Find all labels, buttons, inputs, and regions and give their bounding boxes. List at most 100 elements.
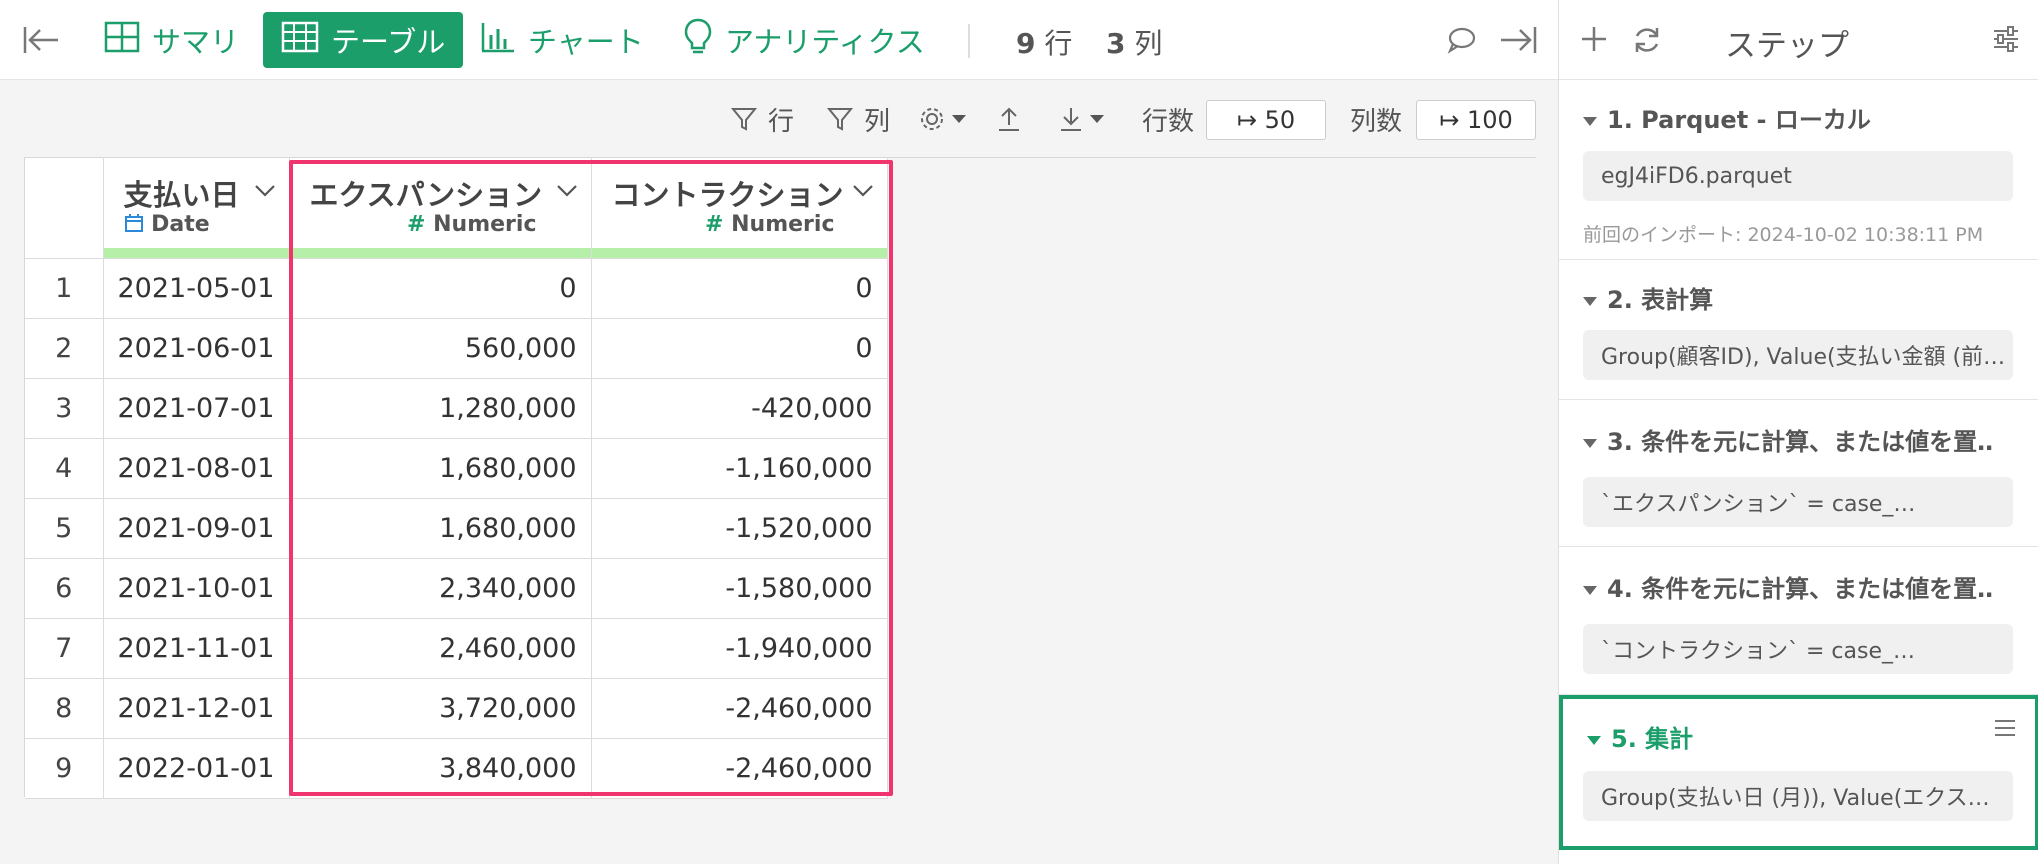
cell-expansion[interactable]: 3,840,000 [289,738,592,799]
cell-date[interactable]: 2021-08-01 [103,438,290,499]
expand-icon[interactable] [1583,116,1597,126]
filter-cols-button[interactable]: 列 [826,98,890,140]
step-detail: `エクスパンション` = case_… [1583,477,2013,527]
step-2[interactable]: 2. 表計算 Group(顧客ID), Value(支払い金額 (前… [1559,260,2038,400]
cell-date[interactable]: 2021-11-01 [103,618,290,679]
cell-contraction[interactable]: -1,580,000 [591,558,888,619]
hash-icon: # [705,212,724,237]
step-1[interactable]: 1. Parquet - ローカル egJ4iFD6.parquet 前回のイン… [1559,80,2038,260]
cell-date[interactable]: 2021-05-01 [103,258,290,319]
expand-icon[interactable] [1583,296,1597,306]
table-row: 1 2021-05-01 0 0 [25,258,888,319]
cell-contraction[interactable]: -1,520,000 [591,498,888,559]
column-type: Date [124,212,210,237]
table-row: 6 2021-10-01 2,340,000 -1,580,000 [25,558,888,619]
row-number[interactable]: 5 [25,498,104,559]
expand-icon[interactable] [1583,438,1597,448]
row-number[interactable]: 2 [25,318,104,379]
row-number[interactable]: 7 [25,618,104,679]
collapse-right-button[interactable] [1498,12,1538,68]
col-count-label: 列数 [1350,106,1403,137]
comment-button[interactable] [1446,12,1476,68]
steps-sidebar: ステップ 1. Parquet - ローカル egJ4iFD6.parquet … [1558,0,2038,864]
collapse-left-button[interactable] [22,12,62,68]
cell-date[interactable]: 2021-07-01 [103,378,290,439]
step-title-text: 3. 条件を元に計算、または値を置… [1607,428,1993,456]
sidebar-header: ステップ [1559,0,2038,80]
cell-contraction[interactable]: 0 [591,318,888,379]
row-number[interactable]: 3 [25,378,104,439]
cell-date[interactable]: 2021-09-01 [103,498,290,559]
caret-down-icon [1090,115,1104,123]
settings-button[interactable] [918,98,968,140]
column-header-date[interactable]: 支払い日 Date [103,158,290,259]
cell-expansion[interactable]: 560,000 [289,318,592,379]
table-row: 4 2021-08-01 1,680,000 -1,160,000 [25,438,888,499]
step-detail: `コントラクション` = case_… [1583,624,2013,674]
expand-icon[interactable] [1583,585,1597,595]
row-count-label: 行 [1044,27,1073,60]
main-panel: 行 列 行数 ↦ 50 列数 ↦ 100 支払い日 Date エクスパンション … [0,80,1558,864]
cell-date[interactable]: 2022-01-01 [103,738,290,799]
column-header-contraction[interactable]: コントラクション # Numeric [591,158,888,259]
row-number[interactable]: 1 [25,258,104,319]
chevron-down-icon[interactable] [555,182,579,198]
cell-expansion[interactable]: 1,280,000 [289,378,592,439]
row-number[interactable]: 8 [25,678,104,739]
cell-contraction[interactable]: -2,460,000 [591,678,888,739]
cell-date[interactable]: 2021-06-01 [103,318,290,379]
refresh-icon[interactable] [1631,24,1663,56]
sliders-icon[interactable] [1991,24,2021,54]
cell-contraction[interactable]: -1,940,000 [591,618,888,679]
tab-chart[interactable]: チャート [480,12,644,68]
tab-analytics-label: アナリティクス [725,25,925,59]
type-bar [103,247,289,258]
row-number[interactable]: 4 [25,438,104,499]
step-3[interactable]: 3. 条件を元に計算、または値を置… `エクスパンション` = case_… [1559,400,2038,547]
cell-expansion[interactable]: 3,720,000 [289,678,592,739]
bar-chart-icon [480,21,516,60]
tab-summary[interactable]: サマリ [104,12,239,68]
plus-icon[interactable] [1579,24,1609,54]
row-count-label: 行数 [1142,106,1195,137]
expand-icon[interactable] [1587,735,1601,745]
cell-expansion[interactable]: 1,680,000 [289,498,592,559]
tab-table[interactable]: テーブル [263,12,464,68]
data-grid: 支払い日 Date エクスパンション # Numeric コントラクション # … [24,157,1536,799]
tab-table-label: テーブル [331,25,446,59]
upload-button[interactable] [996,98,1022,140]
column-header-expansion[interactable]: エクスパンション # Numeric [289,158,592,259]
row-number[interactable]: 6 [25,558,104,619]
cell-contraction[interactable]: -420,000 [591,378,888,439]
cell-expansion[interactable]: 1,680,000 [289,438,592,499]
column-type: # Numeric [705,212,834,237]
cell-expansion[interactable]: 0 [289,258,592,319]
row-count-input[interactable]: ↦ 50 [1206,100,1326,140]
tab-analytics[interactable]: アナリティクス [683,12,925,68]
cell-date[interactable]: 2021-12-01 [103,678,290,739]
cell-date[interactable]: 2021-10-01 [103,558,290,619]
column-name: エクスパンション [309,178,543,212]
cell-expansion[interactable]: 2,460,000 [289,618,592,679]
filter-cols-label: 列 [864,106,891,137]
column-type-label: Numeric [731,212,835,237]
step-4[interactable]: 4. 条件を元に計算、または値を置… `コントラクション` = case_… [1559,547,2038,695]
download-button[interactable] [1058,98,1106,140]
comment-icon [1447,27,1476,54]
cell-contraction[interactable]: -2,460,000 [591,738,888,799]
col-count-input[interactable]: ↦ 100 [1416,100,1536,140]
tab-chart-label: チャート [528,25,644,59]
step-5[interactable]: 5. 集計 Group(支払い日 (月)), Value(エクス… [1559,695,2038,850]
cell-contraction[interactable]: -1,160,000 [591,438,888,499]
step-title: 4. 条件を元に計算、または値を置… [1583,569,1993,604]
cell-contraction[interactable]: 0 [591,258,888,319]
column-type: # Numeric [407,212,536,237]
cell-expansion[interactable]: 2,340,000 [289,558,592,619]
chevron-down-icon[interactable] [253,182,277,198]
top-toolbar: サマリ テーブル チャート アナリティクス 9 行 3 列 [0,0,1558,80]
row-number[interactable]: 9 [25,738,104,799]
menu-icon[interactable] [1993,717,2017,739]
filter-rows-button[interactable]: 行 [730,98,794,140]
table-body: 1 2021-05-01 0 0 2 2021-06-01 560,000 0 3 2021-07… [25,258,888,799]
chevron-down-icon[interactable] [851,182,875,198]
